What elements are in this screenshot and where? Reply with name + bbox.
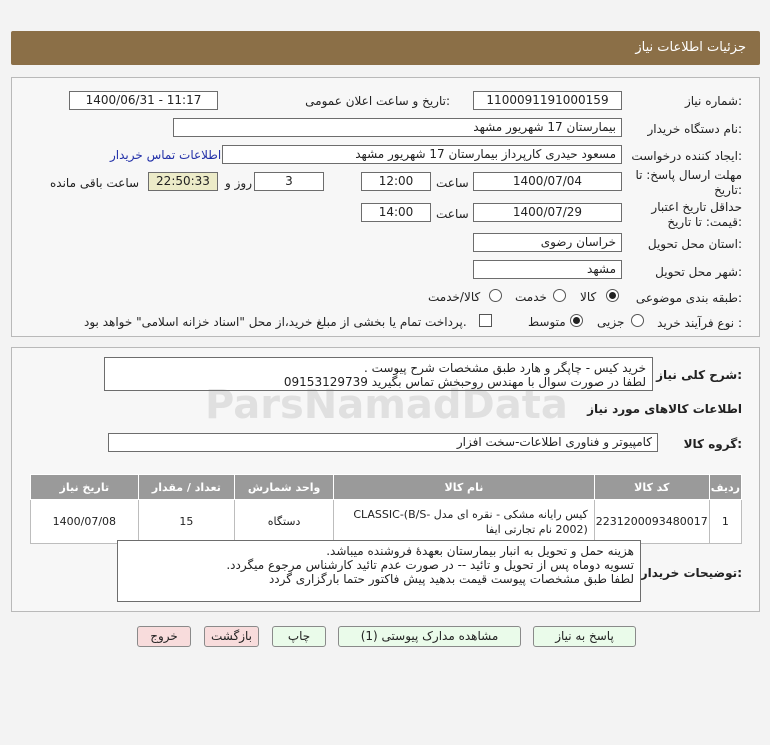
treasury-payment-checkbox[interactable] bbox=[479, 314, 492, 327]
buyer-contact-link[interactable]: اطلاعات تماس خریدار bbox=[110, 148, 221, 162]
validity-label-2: قیمت: تا تاریخ: bbox=[667, 215, 742, 229]
purchase-radio-medium[interactable] bbox=[570, 314, 583, 327]
city-label: شهر محل تحویل: bbox=[655, 265, 742, 279]
city-field: مشهد bbox=[473, 260, 622, 279]
summary-label: شرح کلی نیاز: bbox=[656, 368, 742, 382]
province-field: خراسان رضوی bbox=[473, 233, 622, 252]
purchase-option-medium: متوسط bbox=[528, 315, 566, 329]
province-label: استان محل تحویل: bbox=[647, 237, 742, 251]
category-option-service: خدمت bbox=[515, 290, 547, 304]
notes-line-1: هزینه حمل و تحویل به انبار بیمارستان بعه… bbox=[326, 544, 634, 558]
cell-row: 1 bbox=[708, 499, 743, 544]
purchase-option-minor: جزیی bbox=[597, 315, 625, 329]
category-option-goods: کالا bbox=[580, 290, 597, 304]
buyer-notes-label: توضیحات خریدار: bbox=[640, 566, 742, 580]
creator-label: ایجاد کننده درخواست: bbox=[631, 149, 742, 163]
goods-table-header: ردیف کد کالا نام کالا واحد شمارش تعداد /… bbox=[30, 474, 743, 500]
col-name: نام کالا bbox=[333, 474, 595, 500]
treasury-payment-note: پرداخت تمام یا بخشی از مبلغ خرید،از محل … bbox=[84, 315, 467, 329]
deadline-label-2: تاریخ: bbox=[714, 183, 742, 197]
notes-line-3: لطفا طبق مشخصات پیوست قیمت بدهید پیش فاک… bbox=[268, 572, 634, 586]
purchase-type-label: نوع فرآیند خرید : bbox=[657, 316, 742, 330]
category-label: طبقه بندی موضوعی: bbox=[635, 291, 742, 305]
cell-name: کیس رایانه مشکی - نقره ای مدل CLASSIC-(B… bbox=[333, 499, 595, 544]
cell-unit: دستگاه bbox=[234, 499, 335, 544]
view-attachments-button[interactable]: مشاهده مدارک پیوستی (1) bbox=[338, 626, 521, 647]
days-label: روز و bbox=[225, 176, 252, 190]
cell-date: 1400/07/08 bbox=[30, 499, 139, 544]
back-button[interactable]: بازگشت bbox=[204, 626, 259, 647]
need-number-field: 1100091191000159 bbox=[473, 91, 622, 110]
announce-label: تاریخ و ساعت اعلان عمومی: bbox=[305, 94, 450, 108]
buyer-org-field: بیمارستان 17 شهریور مشهد bbox=[173, 118, 622, 137]
col-date: تاریخ نیاز bbox=[30, 474, 139, 500]
page-header: جزئیات اطلاعات نیاز bbox=[11, 31, 760, 65]
validity-label: حداقل تاریخ اعتبار bbox=[651, 200, 742, 214]
buyer-notes-box: هزینه حمل و تحویل به انبار بیمارستان بعه… bbox=[117, 540, 641, 602]
remaining-time-field: 22:50:33 bbox=[148, 172, 218, 191]
category-option-both: کالا/خدمت bbox=[428, 290, 481, 304]
goods-section-title: اطلاعات کالاهای مورد نیاز bbox=[587, 402, 742, 416]
reply-button[interactable]: پاسخ به نیاز bbox=[533, 626, 636, 647]
cell-code: 2231200093480017 bbox=[593, 499, 710, 544]
category-radio-both[interactable] bbox=[489, 289, 502, 302]
summary-line-1: خرید کیس - چاپگر و هارد طبق مشخصات شرح پ… bbox=[363, 361, 646, 375]
purchase-radio-minor[interactable] bbox=[631, 314, 644, 327]
remaining-label: ساعت باقی مانده bbox=[50, 176, 140, 190]
deadline-time-label: ساعت bbox=[436, 176, 469, 190]
print-button[interactable]: چاپ bbox=[272, 626, 326, 647]
goods-group-field: کامپیوتر و فناوری اطلاعات-سخت افزار bbox=[108, 433, 658, 452]
exit-button[interactable]: خروج bbox=[137, 626, 191, 647]
col-code: کد کالا bbox=[593, 474, 710, 500]
deadline-date-field: 1400/07/04 bbox=[473, 172, 622, 191]
cell-qty: 15 bbox=[137, 499, 236, 544]
summary-box: خرید کیس - چاپگر و هارد طبق مشخصات شرح پ… bbox=[104, 357, 653, 391]
buyer-org-label: نام دستگاه خریدار: bbox=[647, 122, 743, 136]
col-qty: تعداد / مقدار bbox=[137, 474, 236, 500]
deadline-label: مهلت ارسال پاسخ: تا bbox=[635, 168, 742, 182]
validity-time-label: ساعت bbox=[436, 207, 469, 221]
need-number-label: شماره نیاز: bbox=[684, 94, 742, 108]
validity-time-field: 14:00 bbox=[361, 203, 431, 222]
creator-field: مسعود حیدری کارپرداز بیمارستان 17 شهریور… bbox=[222, 145, 622, 164]
category-radio-service[interactable] bbox=[553, 289, 566, 302]
notes-line-2: تسویه دوماه پس از تحویل و تائید -- در صو… bbox=[226, 558, 634, 572]
col-row: ردیف bbox=[708, 474, 743, 500]
goods-group-label: گروه کالا: bbox=[683, 437, 742, 451]
col-unit: واحد شمارش bbox=[234, 474, 335, 500]
goods-table: ردیف کد کالا نام کالا واحد شمارش تعداد /… bbox=[30, 474, 743, 544]
deadline-time-field: 12:00 bbox=[361, 172, 431, 191]
page-title: جزئیات اطلاعات نیاز bbox=[635, 40, 746, 55]
validity-date-field: 1400/07/29 bbox=[473, 203, 622, 222]
days-field: 3 bbox=[254, 172, 324, 191]
category-radio-goods[interactable] bbox=[606, 289, 619, 302]
announce-field: 1400/06/31 - 11:17 bbox=[69, 91, 218, 110]
summary-line-2: لطفا در صورت سوال با مهندس روحبخش تماس ب… bbox=[283, 375, 646, 389]
table-row: 1 2231200093480017 کیس رایانه مشکی - نقر… bbox=[30, 499, 743, 544]
